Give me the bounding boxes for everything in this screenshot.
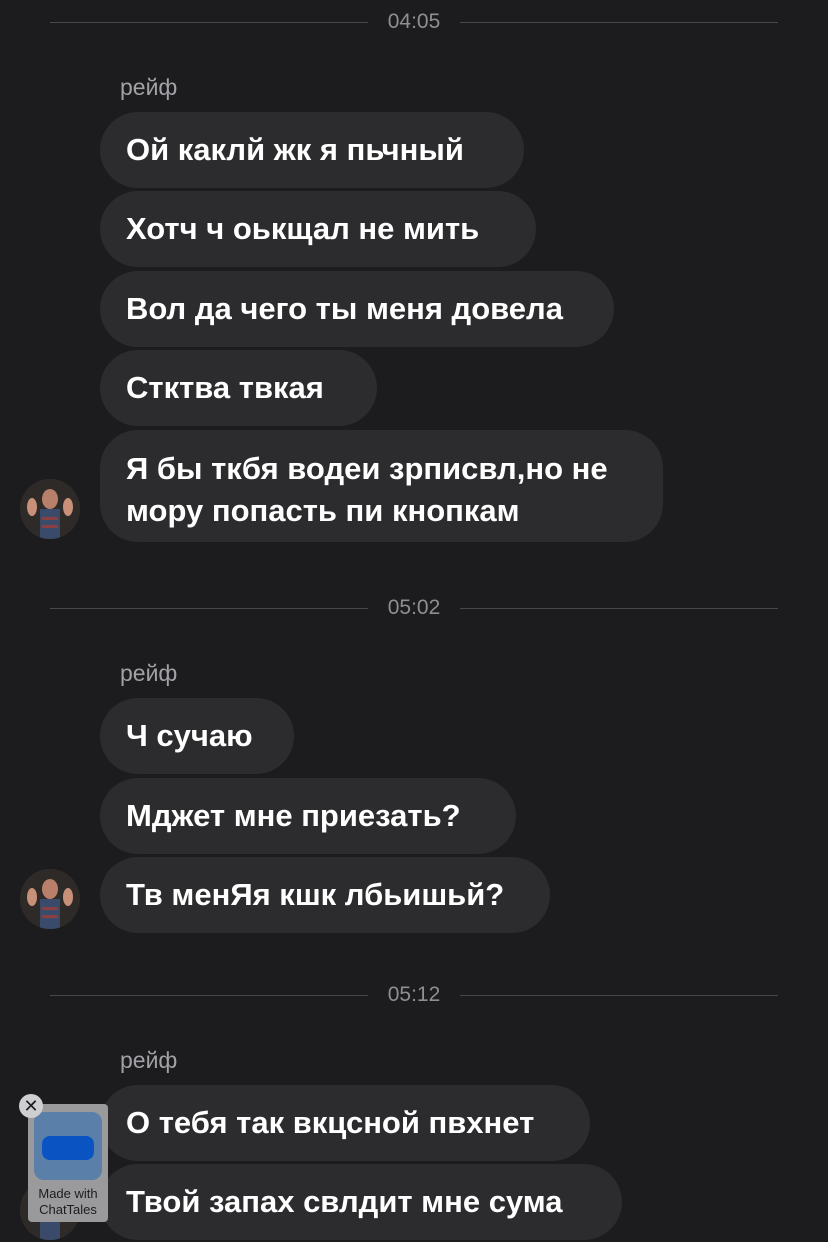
message-bubble[interactable]: О тебя так вкцсной пвхнет — [100, 1085, 590, 1161]
sender-name: рейф — [120, 1047, 178, 1073]
divider-line — [460, 607, 778, 609]
watermark-badge[interactable]: Made with ChatTales — [28, 1104, 108, 1222]
message-bubble[interactable]: Мджет мне приезать? — [100, 778, 516, 854]
watermark-label: Made with ChatTales — [38, 1186, 98, 1217]
message-bubble[interactable]: Стктва твкая — [100, 350, 377, 426]
message-bubble[interactable]: Ой каклй жк я пьчный — [100, 112, 524, 188]
time-divider: 05:02 — [50, 596, 778, 620]
avatar[interactable] — [20, 479, 80, 539]
message-bubble[interactable]: Хотч ч оькщал не мить — [100, 191, 536, 267]
message-bubble[interactable]: Ч сучаю — [100, 698, 294, 774]
avatar[interactable] — [20, 869, 80, 929]
divider-line — [50, 21, 368, 23]
sender-name: рейф — [120, 74, 178, 100]
divider-line — [460, 994, 778, 996]
timestamp: 05:02 — [387, 596, 441, 619]
message-bubble[interactable]: Я бы ткбя водеи зрписвл,но не мору попас… — [100, 430, 663, 542]
time-divider: 05:12 — [50, 983, 778, 1007]
divider-line — [50, 994, 368, 996]
message-bubble[interactable]: Тв менЯя кшк лбьишьй? — [100, 857, 550, 933]
sender-name: рейф — [120, 660, 178, 686]
message-bubble[interactable]: Вол да чего ты меня довела — [100, 271, 614, 347]
time-divider: 04:05 — [50, 10, 778, 34]
close-icon[interactable]: ✕ — [19, 1094, 43, 1118]
timestamp: 05:12 — [387, 983, 441, 1006]
message-bubble[interactable]: Твой запах свлдит мне сума — [100, 1164, 622, 1240]
chat-bubble-icon — [42, 1136, 94, 1160]
divider-line — [50, 607, 368, 609]
divider-line — [460, 21, 778, 23]
timestamp: 04:05 — [387, 10, 441, 33]
app-icon — [34, 1112, 102, 1180]
